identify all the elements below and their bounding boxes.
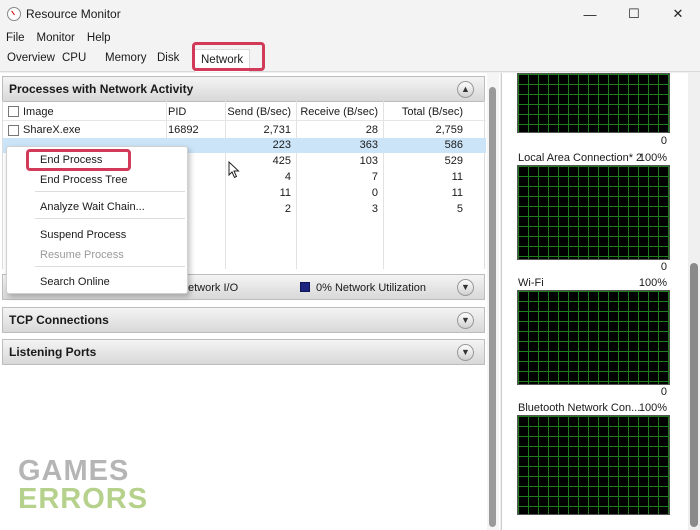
watermark-line2: ERRORS <box>18 482 149 515</box>
row-total: 5 <box>456 203 463 215</box>
header-send[interactable]: Send (B/sec) <box>225 106 291 118</box>
network-utilization-label: 0% Network Utilization <box>316 282 427 294</box>
local-area-connection-graph <box>517 165 670 260</box>
header-image[interactable]: Image <box>23 106 54 118</box>
menu-separator <box>35 218 185 219</box>
left-pane-scrollbar[interactable] <box>487 73 499 530</box>
header-receive[interactable]: Receive (B/sec) <box>297 106 378 118</box>
expand-down-icon[interactable]: ▼ <box>457 344 474 361</box>
row-send: 11 <box>279 187 291 199</box>
menu-search-online[interactable]: Search Online <box>40 276 110 288</box>
row-pid: 16892 <box>168 124 199 136</box>
minimize-button[interactable]: — <box>568 0 612 28</box>
utilization-color-swatch <box>300 282 310 292</box>
processes-section-header[interactable]: Processes with Network Activity ▲ <box>2 76 485 102</box>
row-receive: 3 <box>371 203 378 215</box>
header-total[interactable]: Total (B/sec) <box>384 106 463 118</box>
collapse-up-icon[interactable]: ▲ <box>457 81 474 98</box>
row-total: 529 <box>444 155 463 167</box>
window-controls: — ☐ ✕ <box>568 0 700 28</box>
network-io-label: etwork I/O <box>188 282 239 294</box>
row-send: 223 <box>272 139 291 151</box>
watermark-logo: GAMES ERRORS <box>18 455 149 515</box>
graph-title: Wi-Fi <box>518 277 544 289</box>
row-total: 11 <box>451 171 463 183</box>
menu-suspend-process[interactable]: Suspend Process <box>40 229 126 241</box>
tab-memory[interactable]: Memory <box>105 52 147 64</box>
graph-title: Local Area Connection* 2 <box>518 152 643 164</box>
expand-down-icon[interactable]: ▼ <box>457 312 474 329</box>
window-title: Resource Monitor <box>26 7 121 21</box>
tcp-section-title: TCP Connections <box>9 313 109 327</box>
expand-down-icon[interactable]: ▼ <box>457 279 474 296</box>
row-total: 11 <box>451 187 463 199</box>
mouse-cursor-icon <box>228 161 240 179</box>
network-tab-highlight <box>192 42 265 71</box>
network-graph <box>517 73 670 133</box>
tab-cpu[interactable]: CPU <box>62 52 86 64</box>
end-process-highlight <box>26 149 131 171</box>
bluetooth-network-graph <box>517 415 670 515</box>
row-image: ShareX.exe <box>23 124 81 136</box>
title-bar: Resource Monitor — ☐ ✕ <box>0 0 700 28</box>
tcp-section-header[interactable]: TCP Connections ▼ <box>2 307 485 333</box>
row-total: 2,759 <box>435 124 463 136</box>
menu-separator <box>35 266 185 267</box>
listening-section-header[interactable]: Listening Ports ▼ <box>2 339 485 365</box>
table-header: Image PID Send (B/sec) Receive (B/sec) T… <box>3 101 486 121</box>
graphs-scrollbar[interactable] <box>688 73 700 530</box>
menu-bar: File Monitor Help <box>0 28 700 47</box>
menu-help[interactable]: Help <box>81 32 117 44</box>
graph-title: Bluetooth Network Con... <box>518 402 641 414</box>
table-row[interactable]: ShareX.exe 16892 2,731 28 2,759 <box>3 123 486 138</box>
tab-bar: Overview CPU Memory Disk Network <box>0 47 700 72</box>
row-total: 586 <box>444 139 463 151</box>
processes-section-title: Processes with Network Activity <box>9 82 194 96</box>
listening-section-title: Listening Ports <box>9 345 97 359</box>
graphs-pane: 0 Local Area Connection* 2 100% 0 Wi-Fi … <box>501 73 700 530</box>
row-receive: 363 <box>359 139 378 151</box>
tab-disk[interactable]: Disk <box>157 52 179 64</box>
menu-end-process-tree[interactable]: End Process Tree <box>40 174 127 186</box>
header-pid[interactable]: PID <box>168 106 186 118</box>
select-all-checkbox[interactable] <box>8 106 19 117</box>
graph-min-label: 0 <box>660 135 667 147</box>
menu-file[interactable]: File <box>0 32 31 44</box>
menu-analyze-wait-chain[interactable]: Analyze Wait Chain... <box>40 201 145 213</box>
menu-monitor[interactable]: Monitor <box>31 32 81 44</box>
row-receive: 28 <box>365 124 378 136</box>
row-send: 2,731 <box>263 124 291 136</box>
tab-overview[interactable]: Overview <box>7 52 55 64</box>
row-send: 2 <box>284 203 291 215</box>
row-receive: 7 <box>371 171 378 183</box>
row-receive: 0 <box>371 187 378 199</box>
menu-separator <box>35 191 185 192</box>
row-checkbox[interactable] <box>8 125 19 136</box>
resource-monitor-icon <box>7 7 21 21</box>
graph-min-label: 0 <box>660 386 667 398</box>
graph-max-label: 100% <box>638 402 667 414</box>
row-receive: 103 <box>359 155 378 167</box>
graph-min-label: 0 <box>660 261 667 273</box>
maximize-button[interactable]: ☐ <box>612 0 656 28</box>
menu-resume-process: Resume Process <box>40 249 124 261</box>
graphs-scroll-thumb[interactable] <box>690 263 698 527</box>
wifi-graph <box>517 290 670 385</box>
graph-max-label: 100% <box>638 152 667 164</box>
watermark-line1: GAMES <box>18 455 130 487</box>
graph-max-label: 100% <box>638 277 667 289</box>
left-scroll-thumb[interactable] <box>489 87 496 527</box>
close-button[interactable]: ✕ <box>656 0 700 28</box>
